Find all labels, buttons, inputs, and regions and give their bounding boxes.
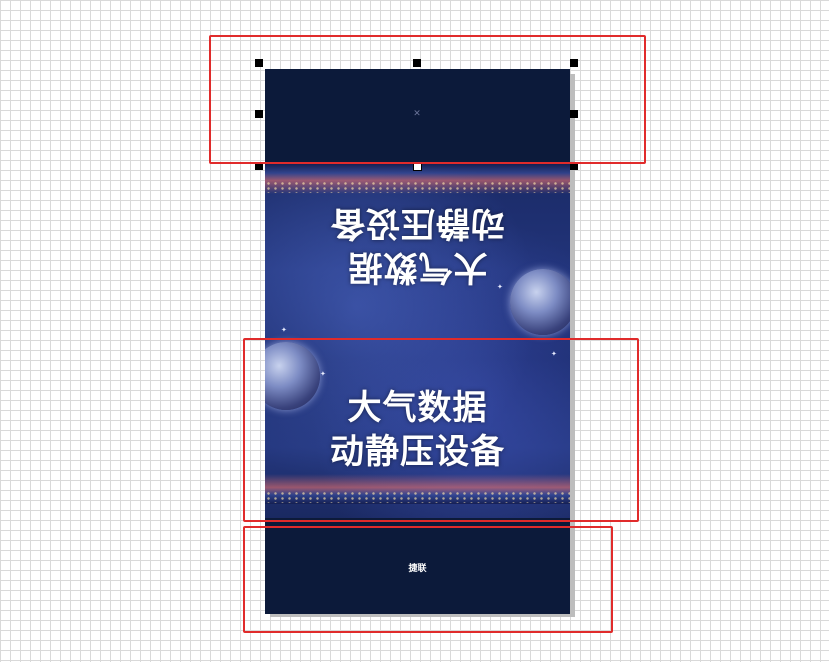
star-icon: ✦: [281, 326, 287, 334]
headline-mirrored[interactable]: 大气数据 动静压设备: [265, 201, 570, 289]
highlight-box-top: [209, 35, 646, 164]
city-lights-top: [265, 181, 570, 193]
highlight-box-bottom: [243, 526, 613, 633]
headline-mirrored-line2: 动静压设备: [330, 203, 505, 243]
headline-mirrored-line1: 大气数据: [347, 247, 488, 287]
highlight-box-middle: [243, 338, 639, 522]
